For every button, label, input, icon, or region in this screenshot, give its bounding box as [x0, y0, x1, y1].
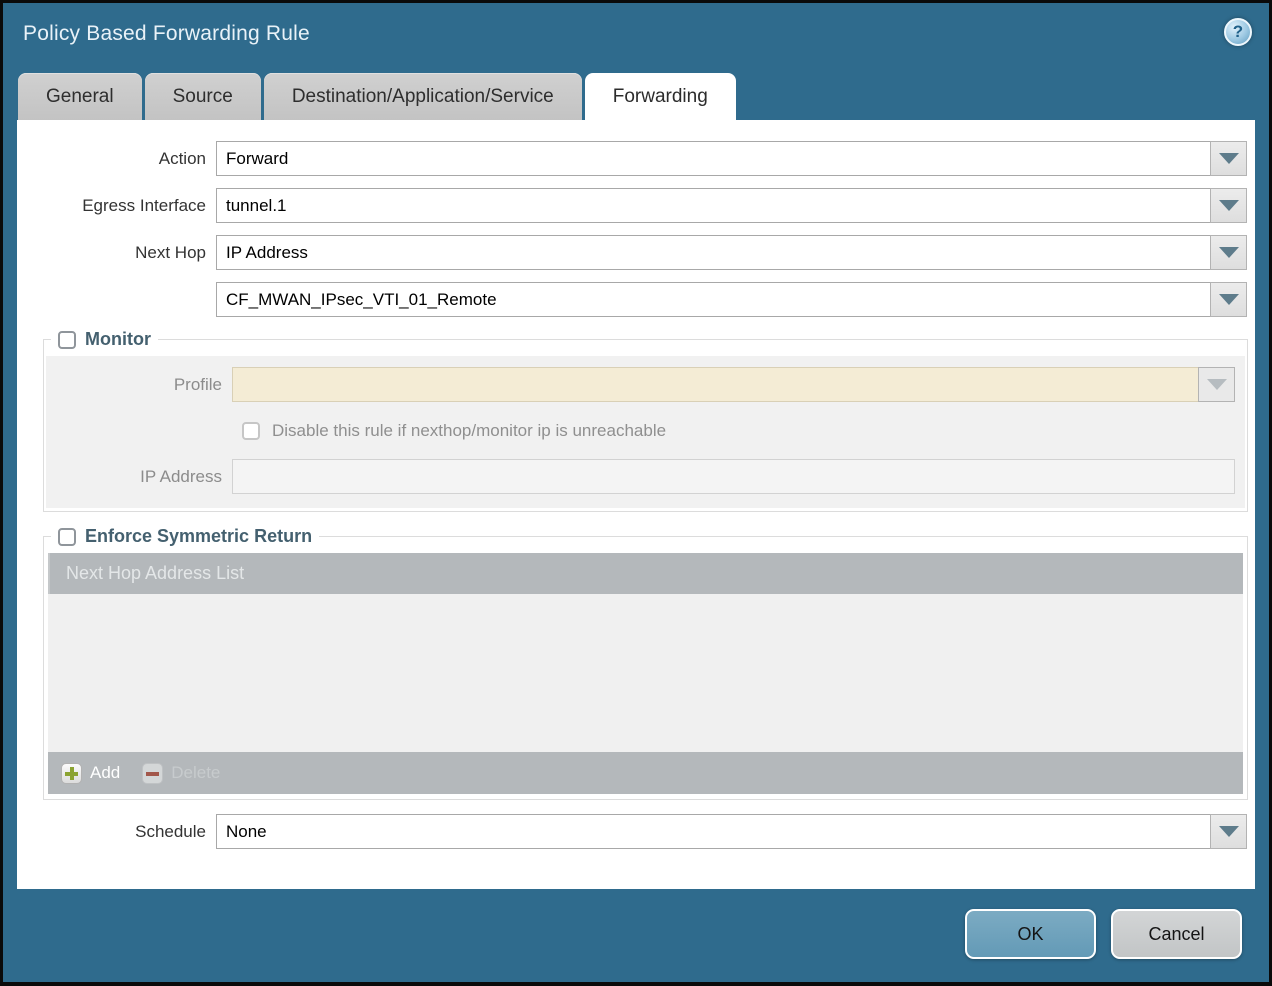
monitor-ip-address-input: [232, 459, 1235, 494]
enforce-symmetric-return-legend-label: Enforce Symmetric Return: [85, 526, 312, 547]
next-hop-address-list-body[interactable]: [48, 594, 1243, 752]
tab-general[interactable]: General: [18, 73, 142, 120]
profile-row: Profile: [46, 367, 1235, 402]
tab-label: General: [46, 86, 114, 108]
monitor-checkbox[interactable]: [58, 331, 76, 349]
chevron-down-icon: [1219, 826, 1239, 837]
delete-button: Delete: [142, 763, 220, 784]
next-hop-address-select[interactable]: CF_MWAN_IPsec_VTI_01_Remote: [216, 282, 1211, 317]
help-icon[interactable]: ?: [1224, 18, 1252, 46]
tab-bar: General Source Destination/Application/S…: [18, 73, 1255, 120]
action-select[interactable]: Forward: [216, 141, 1211, 176]
action-label: Action: [17, 149, 216, 169]
delete-icon: [142, 763, 163, 784]
action-dropdown-button[interactable]: [1210, 141, 1247, 176]
profile-select: [232, 367, 1199, 402]
tab-destination-application-service[interactable]: Destination/Application/Service: [264, 73, 582, 120]
schedule-label: Schedule: [17, 822, 216, 842]
enforce-symmetric-return-legend: Enforce Symmetric Return: [51, 526, 319, 547]
tab-label: Source: [173, 86, 233, 108]
profile-label: Profile: [46, 375, 232, 395]
add-button-label: Add: [90, 763, 120, 783]
monitor-legend: Monitor: [51, 329, 158, 350]
schedule-row: Schedule None: [17, 814, 1247, 849]
next-hop-row: Next Hop IP Address: [17, 235, 1247, 270]
chevron-down-icon: [1219, 247, 1239, 258]
tab-forwarding[interactable]: Forwarding: [585, 73, 736, 120]
chevron-down-icon: [1219, 153, 1239, 164]
schedule-dropdown-button[interactable]: [1210, 814, 1247, 849]
monitor-group: Monitor Profile Disable this rule if nex…: [43, 329, 1248, 512]
chevron-down-icon: [1219, 294, 1239, 305]
action-row: Action Forward: [17, 141, 1247, 176]
schedule-select[interactable]: None: [216, 814, 1211, 849]
next-hop-address-list-footer: Add Delete: [48, 752, 1243, 794]
dialog-title: Policy Based Forwarding Rule: [23, 22, 310, 46]
policy-based-forwarding-dialog: Policy Based Forwarding Rule ? General S…: [3, 3, 1269, 982]
tab-label: Destination/Application/Service: [292, 86, 554, 108]
dialog-footer: OK Cancel: [965, 909, 1242, 959]
next-hop-select[interactable]: IP Address: [216, 235, 1211, 270]
egress-interface-label: Egress Interface: [17, 196, 216, 216]
forwarding-tab-panel: Action Forward Egress Interface tunnel.1…: [17, 120, 1255, 889]
next-hop-address-list-table: Next Hop Address List Add Delete: [48, 553, 1243, 794]
ok-button[interactable]: OK: [965, 909, 1096, 959]
profile-dropdown-button: [1198, 367, 1235, 402]
disable-rule-checkbox: [242, 422, 260, 440]
enforce-symmetric-return-group: Enforce Symmetric Return Next Hop Addres…: [43, 526, 1248, 800]
cancel-button[interactable]: Cancel: [1111, 909, 1242, 959]
monitor-legend-label: Monitor: [85, 329, 151, 350]
chevron-down-icon: [1219, 200, 1239, 211]
delete-button-label: Delete: [171, 763, 220, 783]
disable-rule-label: Disable this rule if nexthop/monitor ip …: [272, 421, 666, 441]
egress-interface-row: Egress Interface tunnel.1: [17, 188, 1247, 223]
next-hop-dropdown-button[interactable]: [1210, 235, 1247, 270]
help-icon-glyph: ?: [1233, 22, 1243, 42]
egress-interface-select[interactable]: tunnel.1: [216, 188, 1211, 223]
egress-interface-dropdown-button[interactable]: [1210, 188, 1247, 223]
disable-rule-row: Disable this rule if nexthop/monitor ip …: [242, 413, 1235, 448]
tab-source[interactable]: Source: [145, 73, 261, 120]
chevron-down-icon: [1207, 379, 1227, 390]
monitor-group-body: Profile Disable this rule if nexthop/mon…: [46, 356, 1245, 508]
next-hop-address-list-header: Next Hop Address List: [48, 553, 1243, 594]
tab-label: Forwarding: [613, 86, 708, 108]
add-icon: [61, 763, 82, 784]
enforce-symmetric-return-checkbox[interactable]: [58, 528, 76, 546]
monitor-ip-address-row: IP Address: [46, 459, 1235, 494]
next-hop-address-dropdown-button[interactable]: [1210, 282, 1247, 317]
next-hop-label: Next Hop: [17, 243, 216, 263]
monitor-ip-address-label: IP Address: [46, 467, 232, 487]
add-button[interactable]: Add: [61, 763, 120, 784]
next-hop-address-row: CF_MWAN_IPsec_VTI_01_Remote: [17, 282, 1247, 317]
